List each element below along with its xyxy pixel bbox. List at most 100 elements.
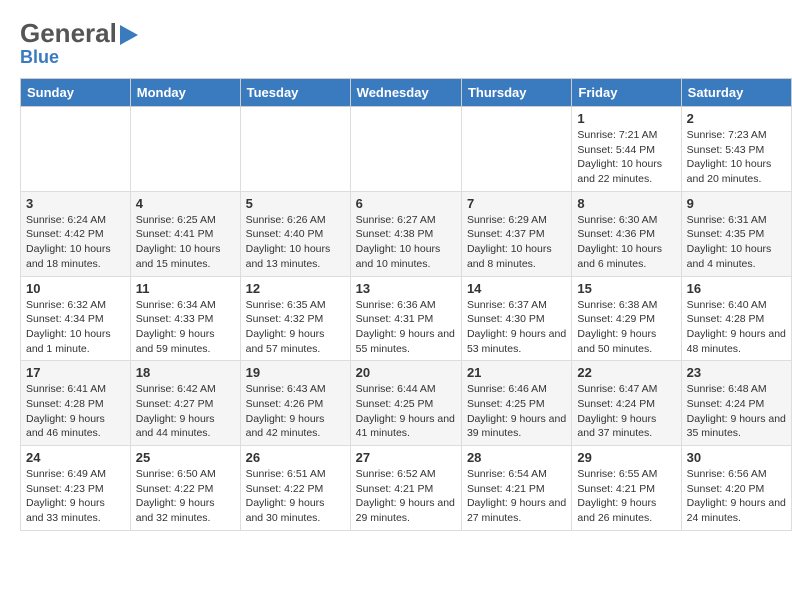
day-number: 23 xyxy=(687,365,786,380)
calendar-cell: 18 Sunrise: 6:42 AM Sunset: 4:27 PM Dayli… xyxy=(130,361,240,446)
logo-blue-text: Blue xyxy=(20,47,148,68)
calendar-cell xyxy=(240,107,350,192)
day-info: Sunrise: 6:37 AM Sunset: 4:30 PM Dayligh… xyxy=(467,298,566,357)
calendar-cell: 21 Sunrise: 6:46 AM Sunset: 4:25 PM Dayli… xyxy=(461,361,571,446)
day-info: Sunrise: 6:34 AM Sunset: 4:33 PM Dayligh… xyxy=(136,298,235,357)
day-info: Sunrise: 7:23 AM Sunset: 5:43 PM Dayligh… xyxy=(687,128,786,187)
weekday-header-monday: Monday xyxy=(130,79,240,107)
calendar-cell: 1Sunrise: 7:21 AM Sunset: 5:44 PM Daylig… xyxy=(572,107,681,192)
calendar-cell: 11 Sunrise: 6:34 AM Sunset: 4:33 PM Dayli… xyxy=(130,276,240,361)
calendar-table: SundayMondayTuesdayWednesdayThursdayFrid… xyxy=(20,78,792,531)
calendar-cell: 3 Sunrise: 6:24 AM Sunset: 4:42 PM Daylig… xyxy=(21,191,131,276)
weekday-header-wednesday: Wednesday xyxy=(350,79,461,107)
calendar-cell: 5Sunrise: 6:26 AM Sunset: 4:40 PM Daylig… xyxy=(240,191,350,276)
day-number: 22 xyxy=(577,365,675,380)
day-info: Sunrise: 6:30 AM Sunset: 4:36 PM Dayligh… xyxy=(577,213,675,272)
calendar-cell: 23 Sunrise: 6:48 AM Sunset: 4:24 PM Dayli… xyxy=(681,361,791,446)
calendar-cell: 20 Sunrise: 6:44 AM Sunset: 4:25 PM Dayli… xyxy=(350,361,461,446)
day-number: 18 xyxy=(136,365,235,380)
calendar-cell: 6 Sunrise: 6:27 AM Sunset: 4:38 PM Daylig… xyxy=(350,191,461,276)
day-number: 19 xyxy=(246,365,345,380)
day-info: Sunrise: 6:49 AM Sunset: 4:23 PM Dayligh… xyxy=(26,467,125,526)
logo-arrow-icon xyxy=(120,25,148,45)
day-number: 11 xyxy=(136,281,235,296)
day-number: 3 xyxy=(26,196,125,211)
calendar-cell: 12 Sunrise: 6:35 AM Sunset: 4:32 PM Dayli… xyxy=(240,276,350,361)
day-number: 16 xyxy=(687,281,786,296)
day-info: Sunrise: 6:52 AM Sunset: 4:21 PM Dayligh… xyxy=(356,467,456,526)
calendar-week-2: 3 Sunrise: 6:24 AM Sunset: 4:42 PM Daylig… xyxy=(21,191,792,276)
day-number: 24 xyxy=(26,450,125,465)
day-info: Sunrise: 6:24 AM Sunset: 4:42 PM Dayligh… xyxy=(26,213,125,272)
calendar-cell: 10 Sunrise: 6:32 AM Sunset: 4:34 PM Dayli… xyxy=(21,276,131,361)
calendar-cell: 9Sunrise: 6:31 AM Sunset: 4:35 PM Daylig… xyxy=(681,191,791,276)
day-number: 12 xyxy=(246,281,345,296)
logo-general-text: General xyxy=(20,18,117,49)
day-info: Sunrise: 6:31 AM Sunset: 4:35 PM Dayligh… xyxy=(687,213,786,272)
calendar-week-1: 1Sunrise: 7:21 AM Sunset: 5:44 PM Daylig… xyxy=(21,107,792,192)
day-info: Sunrise: 6:43 AM Sunset: 4:26 PM Dayligh… xyxy=(246,382,345,441)
day-info: Sunrise: 6:48 AM Sunset: 4:24 PM Dayligh… xyxy=(687,382,786,441)
calendar-cell: 25 Sunrise: 6:50 AM Sunset: 4:22 PM Dayli… xyxy=(130,446,240,531)
day-number: 6 xyxy=(356,196,456,211)
day-number: 14 xyxy=(467,281,566,296)
calendar-cell: 2Sunrise: 7:23 AM Sunset: 5:43 PM Daylig… xyxy=(681,107,791,192)
day-number: 28 xyxy=(467,450,566,465)
day-number: 17 xyxy=(26,365,125,380)
day-number: 5 xyxy=(246,196,345,211)
day-number: 30 xyxy=(687,450,786,465)
calendar-cell xyxy=(21,107,131,192)
calendar-cell: 16 Sunrise: 6:40 AM Sunset: 4:28 PM Dayli… xyxy=(681,276,791,361)
weekday-header-tuesday: Tuesday xyxy=(240,79,350,107)
day-info: Sunrise: 6:56 AM Sunset: 4:20 PM Dayligh… xyxy=(687,467,786,526)
day-number: 20 xyxy=(356,365,456,380)
page-header: General Blue xyxy=(0,0,792,78)
day-info: Sunrise: 6:32 AM Sunset: 4:34 PM Dayligh… xyxy=(26,298,125,357)
day-info: Sunrise: 6:36 AM Sunset: 4:31 PM Dayligh… xyxy=(356,298,456,357)
calendar-cell: 17Sunrise: 6:41 AM Sunset: 4:28 PM Dayli… xyxy=(21,361,131,446)
day-info: Sunrise: 6:40 AM Sunset: 4:28 PM Dayligh… xyxy=(687,298,786,357)
day-number: 21 xyxy=(467,365,566,380)
day-number: 13 xyxy=(356,281,456,296)
day-info: Sunrise: 6:42 AM Sunset: 4:27 PM Dayligh… xyxy=(136,382,235,441)
calendar-cell: 8Sunrise: 6:30 AM Sunset: 4:36 PM Daylig… xyxy=(572,191,681,276)
calendar-cell xyxy=(130,107,240,192)
day-info: Sunrise: 6:35 AM Sunset: 4:32 PM Dayligh… xyxy=(246,298,345,357)
day-info: Sunrise: 6:55 AM Sunset: 4:21 PM Dayligh… xyxy=(577,467,675,526)
weekday-header-thursday: Thursday xyxy=(461,79,571,107)
calendar-cell: 7 Sunrise: 6:29 AM Sunset: 4:37 PM Daylig… xyxy=(461,191,571,276)
day-number: 7 xyxy=(467,196,566,211)
day-info: Sunrise: 6:50 AM Sunset: 4:22 PM Dayligh… xyxy=(136,467,235,526)
day-info: Sunrise: 6:38 AM Sunset: 4:29 PM Dayligh… xyxy=(577,298,675,357)
weekday-header-friday: Friday xyxy=(572,79,681,107)
day-number: 27 xyxy=(356,450,456,465)
day-number: 10 xyxy=(26,281,125,296)
calendar-cell: 27 Sunrise: 6:52 AM Sunset: 4:21 PM Dayli… xyxy=(350,446,461,531)
logo: General Blue xyxy=(20,18,148,68)
day-info: Sunrise: 6:27 AM Sunset: 4:38 PM Dayligh… xyxy=(356,213,456,272)
day-number: 4 xyxy=(136,196,235,211)
day-number: 25 xyxy=(136,450,235,465)
calendar-cell: 13 Sunrise: 6:36 AM Sunset: 4:31 PM Dayli… xyxy=(350,276,461,361)
day-number: 26 xyxy=(246,450,345,465)
calendar-cell: 29 Sunrise: 6:55 AM Sunset: 4:21 PM Dayli… xyxy=(572,446,681,531)
calendar-cell: 22Sunrise: 6:47 AM Sunset: 4:24 PM Dayli… xyxy=(572,361,681,446)
day-info: Sunrise: 6:44 AM Sunset: 4:25 PM Dayligh… xyxy=(356,382,456,441)
calendar-cell xyxy=(350,107,461,192)
calendar-cell: 14 Sunrise: 6:37 AM Sunset: 4:30 PM Dayli… xyxy=(461,276,571,361)
day-info: Sunrise: 6:25 AM Sunset: 4:41 PM Dayligh… xyxy=(136,213,235,272)
calendar-week-5: 24 Sunrise: 6:49 AM Sunset: 4:23 PM Dayli… xyxy=(21,446,792,531)
day-number: 15 xyxy=(577,281,675,296)
day-info: Sunrise: 6:54 AM Sunset: 4:21 PM Dayligh… xyxy=(467,467,566,526)
calendar-week-3: 10 Sunrise: 6:32 AM Sunset: 4:34 PM Dayli… xyxy=(21,276,792,361)
calendar-container: SundayMondayTuesdayWednesdayThursdayFrid… xyxy=(0,78,792,541)
day-info: Sunrise: 6:29 AM Sunset: 4:37 PM Dayligh… xyxy=(467,213,566,272)
calendar-cell: 26 Sunrise: 6:51 AM Sunset: 4:22 PM Dayli… xyxy=(240,446,350,531)
day-info: Sunrise: 6:46 AM Sunset: 4:25 PM Dayligh… xyxy=(467,382,566,441)
calendar-week-4: 17Sunrise: 6:41 AM Sunset: 4:28 PM Dayli… xyxy=(21,361,792,446)
calendar-cell: 30 Sunrise: 6:56 AM Sunset: 4:20 PM Dayli… xyxy=(681,446,791,531)
day-number: 29 xyxy=(577,450,675,465)
calendar-cell: 19 Sunrise: 6:43 AM Sunset: 4:26 PM Dayli… xyxy=(240,361,350,446)
calendar-cell xyxy=(461,107,571,192)
day-info: Sunrise: 6:51 AM Sunset: 4:22 PM Dayligh… xyxy=(246,467,345,526)
